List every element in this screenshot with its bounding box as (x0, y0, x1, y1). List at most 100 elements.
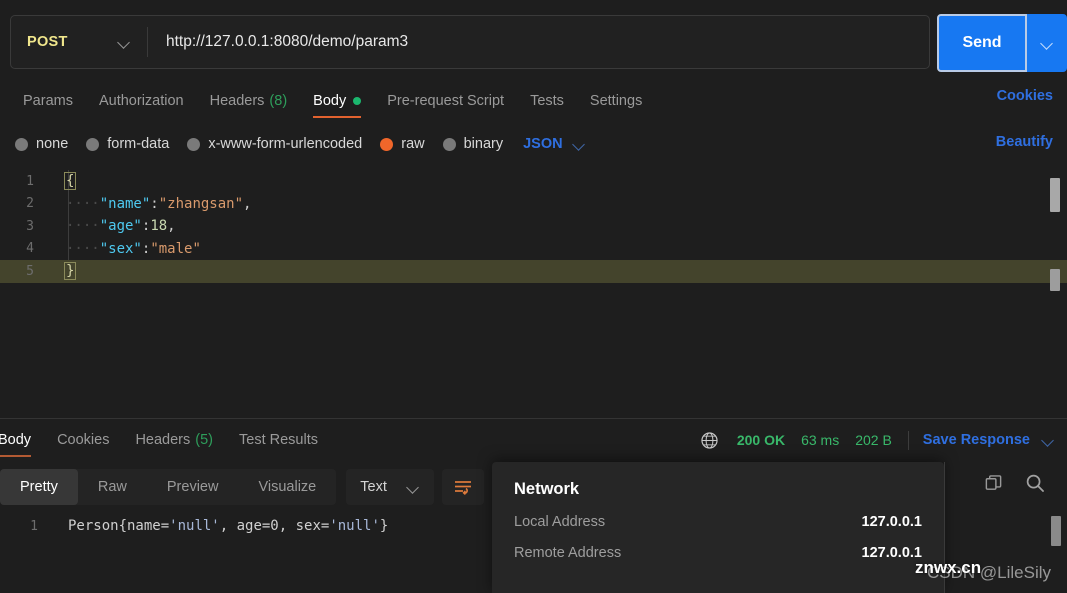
scrollbar-marker[interactable] (1050, 269, 1060, 291)
tab-params[interactable]: Params (10, 82, 86, 120)
body-type-raw[interactable]: raw (380, 136, 425, 152)
response-suffix: } (379, 518, 389, 534)
http-method-selector[interactable]: POST (11, 16, 147, 68)
chevron-down-icon (573, 140, 586, 148)
editor-line: 1 { (0, 170, 1067, 193)
body-type-label: raw (401, 136, 425, 152)
body-type-label: x-www-form-urlencoded (208, 136, 363, 152)
tab-label: Test Results (239, 432, 318, 448)
tab-headers[interactable]: Headers (8) (197, 82, 301, 120)
json-number-value: 18 (150, 218, 168, 235)
view-mode-visualize[interactable]: Visualize (238, 469, 336, 505)
tab-body[interactable]: Body (300, 82, 374, 120)
tab-label: Tests (530, 93, 564, 109)
chevron-down-icon (407, 483, 420, 491)
response-value-name: 'null' (169, 518, 220, 534)
json-key: "age" (99, 218, 142, 235)
view-mode-label: Visualize (258, 479, 317, 495)
tab-label: Body (313, 93, 347, 109)
response-status-bar: 200 OK 63 ms 202 B Save Response (700, 424, 1055, 456)
response-tab-test-results[interactable]: Test Results (226, 420, 331, 460)
search-icon[interactable] (1025, 473, 1045, 493)
line-number: 1 (26, 173, 34, 189)
response-tab-headers[interactable]: Headers (5) (122, 420, 226, 460)
globe-icon[interactable] (700, 431, 719, 450)
response-divider (0, 418, 1067, 419)
line-number: 3 (26, 218, 34, 234)
response-format-label: Text (360, 479, 387, 495)
beautify-link[interactable]: Beautify (996, 134, 1053, 150)
response-scrollbar-thumb[interactable] (1051, 516, 1061, 546)
view-mode-label: Preview (166, 479, 219, 495)
network-info-popup: Network Local Address 127.0.0.1 Remote A… (492, 462, 944, 593)
tab-label: Headers (135, 432, 191, 448)
send-button[interactable]: Send (937, 14, 1027, 72)
brace-token: } (64, 262, 77, 281)
tab-label: Params (23, 93, 73, 109)
tab-settings[interactable]: Settings (577, 82, 655, 120)
chevron-down-icon (118, 38, 131, 46)
line-content: ····"age":18, (48, 218, 176, 234)
editor-line-active: 5 } (0, 260, 1067, 283)
response-mid: , age=0, sex= (219, 518, 330, 534)
view-mode-pretty[interactable]: Pretty (0, 469, 78, 505)
response-format-selector[interactable]: Text (346, 469, 434, 505)
network-value: 127.0.0.1 (861, 514, 922, 530)
body-type-label: binary (463, 136, 504, 152)
body-type-x-www-form-urlencoded[interactable]: x-www-form-urlencoded (187, 136, 362, 152)
radio-icon (187, 137, 201, 151)
send-button-group: Send (937, 14, 1067, 72)
editor-line: 3 ····"age":18, (0, 215, 1067, 238)
json-key: "name" (99, 195, 151, 212)
view-mode-preview[interactable]: Preview (147, 469, 239, 505)
network-value: 127.0.0.1 (861, 545, 922, 561)
tab-authorization[interactable]: Authorization (86, 82, 197, 120)
chevron-down-icon (1041, 39, 1054, 47)
send-options-button[interactable] (1027, 14, 1067, 72)
raw-format-label: JSON (523, 136, 563, 152)
url-capsule: POST (10, 15, 930, 69)
radio-icon (442, 137, 456, 151)
response-size: 202 B (855, 432, 892, 448)
scrollbar-thumb[interactable] (1050, 178, 1060, 212)
body-type-form-data[interactable]: form-data (86, 136, 169, 152)
save-response-label: Save Response (922, 432, 1030, 448)
tab-tests[interactable]: Tests (517, 82, 577, 120)
brace-token: { (64, 172, 77, 191)
save-response-button[interactable]: Save Response (923, 432, 1055, 448)
json-string-value: "male" (150, 240, 201, 257)
response-tab-body[interactable]: Body (0, 420, 44, 460)
request-body-editor[interactable]: 1 { 2 ····"name":"zhangsan", 3 ····"age"… (0, 170, 1067, 418)
indent-dots: ···· (66, 195, 100, 212)
chevron-down-icon (1042, 436, 1055, 444)
view-mode-raw[interactable]: Raw (78, 469, 147, 505)
tab-label: Pre-request Script (387, 93, 505, 109)
response-action-icons (984, 473, 1045, 493)
view-mode-label: Pretty (20, 479, 58, 495)
wrap-lines-button[interactable] (441, 469, 484, 505)
raw-format-selector[interactable]: JSON (523, 136, 586, 152)
network-popup-title: Network (514, 480, 580, 498)
indent-dots: ···· (66, 240, 100, 257)
copy-icon[interactable] (984, 474, 1003, 493)
url-input[interactable] (148, 16, 929, 68)
body-type-none[interactable]: none (15, 136, 68, 152)
json-colon: : (150, 195, 159, 212)
line-content: { (48, 172, 77, 191)
request-tabs: Params Authorization Headers (8) Body Pr… (0, 82, 1067, 120)
cookies-link[interactable]: Cookies (997, 88, 1053, 104)
tab-pre-request-script[interactable]: Pre-request Script (374, 82, 517, 120)
json-comma: , (243, 195, 252, 212)
response-body-text: Person{name='null', age=0, sex='null'} (52, 518, 388, 534)
response-tab-cookies[interactable]: Cookies (44, 420, 122, 460)
line-content: ····"name":"zhangsan", (48, 196, 251, 212)
body-type-binary[interactable]: binary (442, 136, 504, 152)
editor-line: 4 ····"sex":"male" (0, 238, 1067, 261)
editor-scrollbar[interactable] (1049, 174, 1061, 414)
line-number: 2 (26, 196, 34, 212)
network-popup-edge (944, 462, 945, 593)
http-method-label: POST (27, 34, 68, 50)
wrap-lines-icon (454, 481, 471, 495)
body-modified-dot-icon (353, 97, 362, 105)
radio-icon (86, 137, 100, 151)
